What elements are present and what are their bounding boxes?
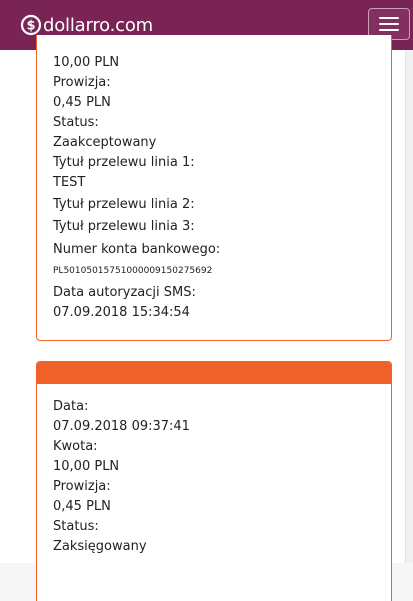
title-line3-label: Tytuł przelewu linia 3: (53, 219, 195, 234)
account-number-value: PL50105015751000009150275692 (53, 266, 213, 276)
amount-label: Kwota: (53, 439, 98, 454)
date-label: Data: (53, 399, 89, 414)
amount-value: 10,00 PLN (53, 55, 120, 70)
fee-value: 0,45 PLN (53, 95, 111, 110)
transaction-card: 10,00 PLN Prowizja: 0,45 PLN Status: Zaa… (36, 35, 392, 341)
title-line1-value: TEST (53, 175, 86, 190)
main-content: 10,00 PLN Prowizja: 0,45 PLN Status: Zaa… (0, 35, 405, 601)
card-header (37, 362, 391, 384)
transaction-card: Data: 07.09.2018 09:37:41 Kwota: 10,00 P… (36, 361, 392, 601)
scrollbar[interactable] (405, 50, 413, 563)
fee-label: Prowizja: (53, 75, 111, 90)
status-value: Zaakceptowany (53, 135, 157, 150)
title-line2-label: Tytuł przelewu linia 2: (53, 197, 195, 212)
hamburger-menu-icon (379, 17, 399, 19)
hamburger-menu-icon-bar (379, 23, 399, 25)
title-line1-label: Tytuł przelewu linia 1: (53, 155, 195, 170)
account-number-label: Numer konta bankowego: (53, 242, 221, 257)
date-value: 07.09.2018 09:37:41 (53, 419, 190, 434)
fee-label: Prowizja: (53, 479, 111, 494)
dollar-circle-icon: $ (20, 14, 42, 36)
hamburger-menu-icon-bar (379, 29, 399, 31)
sms-auth-date-value: 07.09.2018 15:34:54 (53, 305, 190, 320)
brand-name: dollarro.com (43, 14, 154, 36)
status-label: Status: (53, 115, 99, 130)
status-label: Status: (53, 519, 99, 534)
fee-value: 0,45 PLN (53, 499, 111, 514)
status-value: Zaksięgowany (53, 539, 147, 554)
sms-auth-date-label: Data autoryzacji SMS: (53, 285, 196, 300)
amount-value: 10,00 PLN (53, 459, 120, 474)
svg-text:$: $ (26, 19, 35, 34)
